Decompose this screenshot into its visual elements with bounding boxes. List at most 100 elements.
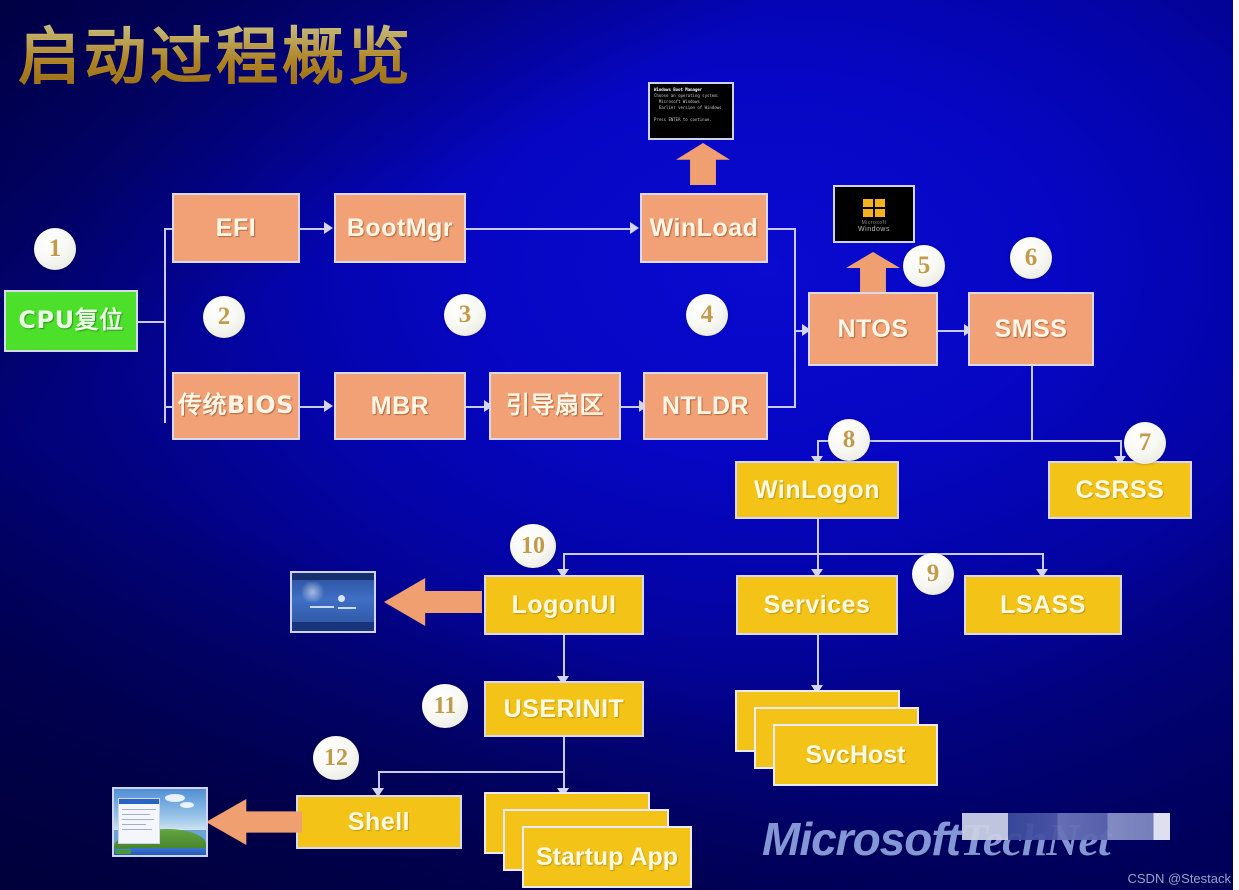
desktop-taskbar bbox=[114, 848, 206, 855]
step-number: 4 bbox=[700, 301, 714, 328]
node-efi[interactable]: EFI bbox=[172, 193, 300, 263]
connector-smss-down bbox=[1031, 364, 1033, 441]
login-text-line bbox=[338, 607, 356, 609]
node-legacy-bios[interactable]: 传统BIOS bbox=[172, 372, 300, 440]
step-badge-5: 5 bbox=[903, 245, 945, 287]
step-number: 5 bbox=[917, 252, 931, 279]
login-glow bbox=[298, 582, 327, 602]
login-text-line bbox=[310, 606, 334, 608]
window-line bbox=[121, 829, 152, 831]
step-badge-7: 7 bbox=[1124, 422, 1166, 464]
node-boot-sector[interactable]: 引导扇区 bbox=[489, 372, 621, 440]
node-winlogon[interactable]: WinLogon bbox=[735, 461, 899, 519]
start-button-icon bbox=[115, 849, 131, 854]
arrowhead-bootmgr-winload bbox=[630, 222, 639, 234]
node-svchost-stack[interactable]: SvcHost bbox=[735, 690, 940, 788]
step-badge-4: 4 bbox=[686, 294, 728, 336]
step-number: 8 bbox=[842, 426, 856, 453]
step-number: 2 bbox=[217, 303, 231, 330]
node-cpu-reset[interactable]: CPU复位 bbox=[4, 290, 138, 352]
node-userinit[interactable]: USERINIT bbox=[484, 681, 644, 737]
step-badge-8: 8 bbox=[828, 419, 870, 461]
node-label: LSASS bbox=[1000, 590, 1086, 619]
microsoft-wordmark: Microsoft bbox=[762, 813, 961, 865]
redaction-bar bbox=[962, 813, 1170, 840]
connector-cpu-bus bbox=[138, 321, 166, 323]
step-badge-9: 9 bbox=[912, 553, 954, 595]
step-badge-12: 12 bbox=[313, 736, 359, 780]
connector-bootmgr-winload bbox=[466, 228, 634, 230]
step-number: 6 bbox=[1024, 244, 1038, 271]
node-label: Startup App bbox=[535, 842, 679, 871]
node-smss[interactable]: SMSS bbox=[968, 292, 1094, 366]
step-badge-10: 10 bbox=[510, 524, 556, 568]
step-number: 12 bbox=[324, 744, 348, 771]
connector-ntldr-right bbox=[768, 406, 796, 408]
step-badge-11: 11 bbox=[422, 684, 468, 728]
splash-caption: Microsoft Windows bbox=[858, 220, 890, 234]
block-arrow-up-to-bootmenu bbox=[676, 143, 730, 185]
connector-winlogon-down bbox=[817, 519, 819, 555]
node-shell[interactable]: Shell bbox=[296, 795, 462, 849]
node-label: BootMgr bbox=[346, 213, 454, 242]
node-label: CSRSS bbox=[1075, 475, 1165, 504]
slide-canvas: 启动过程概览 CPU复位 EFI BootMgr WinLoad 传统BIOS … bbox=[0, 0, 1239, 890]
node-winload[interactable]: WinLoad bbox=[640, 193, 768, 263]
step-number: 3 bbox=[458, 301, 472, 328]
node-label: SvcHost bbox=[805, 740, 906, 769]
node-label: WinLogon bbox=[754, 475, 880, 504]
desktop-window bbox=[117, 798, 160, 845]
node-startup-app-stack[interactable]: Startup App bbox=[484, 792, 692, 890]
node-bootmgr[interactable]: BootMgr bbox=[334, 193, 466, 263]
arrowhead-efi-bootmgr bbox=[324, 222, 333, 234]
node-ntldr[interactable]: NTLDR bbox=[643, 372, 768, 440]
login-screen-thumbnail bbox=[290, 571, 376, 633]
node-services[interactable]: Services bbox=[736, 575, 898, 635]
node-label: USERINIT bbox=[503, 694, 625, 723]
node-label: LogonUI bbox=[511, 590, 617, 619]
bootmenu-thumbnail: Windows Boot Manager Choose an operating… bbox=[648, 82, 734, 140]
connector-winload-down bbox=[794, 228, 796, 330]
step-badge-1: 1 bbox=[34, 228, 76, 270]
connector-services-svchost bbox=[817, 635, 819, 689]
step-number: 11 bbox=[433, 692, 457, 719]
stack-sheet-front: Startup App bbox=[522, 826, 692, 888]
block-arrow-left-to-desktop bbox=[206, 799, 302, 845]
node-label: WinLoad bbox=[649, 213, 759, 242]
window-line bbox=[121, 819, 154, 821]
step-number: 9 bbox=[926, 560, 940, 587]
node-lsass[interactable]: LSASS bbox=[964, 575, 1122, 635]
desktop-thumbnail bbox=[112, 787, 208, 857]
node-label: SMSS bbox=[994, 314, 1068, 343]
step-badge-2: 2 bbox=[203, 296, 245, 338]
node-ntos[interactable]: NTOS bbox=[808, 292, 938, 366]
connector-winload-right bbox=[768, 228, 796, 230]
csdn-watermark: CSDN @Stestack bbox=[1127, 871, 1232, 886]
login-top-bar bbox=[292, 573, 374, 580]
login-bottom-bar bbox=[292, 622, 374, 631]
step-number: 10 bbox=[521, 532, 545, 559]
window-line bbox=[121, 814, 150, 816]
node-label: MBR bbox=[370, 391, 430, 420]
connector-bus-vertical bbox=[164, 228, 166, 423]
windows-logo-icon bbox=[863, 198, 885, 217]
connector-logonui-userinit bbox=[563, 635, 565, 681]
node-label: 引导扇区 bbox=[506, 391, 604, 420]
block-arrow-left-to-login bbox=[384, 578, 482, 626]
node-label: Services bbox=[763, 590, 871, 619]
block-arrow-up-to-splash bbox=[846, 252, 900, 292]
connector-userinit-split bbox=[378, 771, 565, 773]
right-edge-strip bbox=[1233, 0, 1239, 890]
page-title: 启动过程概览 bbox=[18, 6, 414, 96]
connector-winlogon-split bbox=[563, 553, 1043, 555]
node-label: NTLDR bbox=[661, 391, 750, 420]
winsplash-thumbnail: Microsoft Windows bbox=[833, 185, 915, 243]
node-csrss[interactable]: CSRSS bbox=[1048, 461, 1192, 519]
node-label: Shell bbox=[347, 807, 411, 836]
node-logonui[interactable]: LogonUI bbox=[484, 575, 644, 635]
node-mbr[interactable]: MBR bbox=[334, 372, 466, 440]
step-number: 1 bbox=[48, 235, 62, 262]
window-line bbox=[121, 824, 146, 826]
node-label: EFI bbox=[215, 213, 257, 242]
stack-sheet-front: SvcHost bbox=[773, 724, 938, 786]
